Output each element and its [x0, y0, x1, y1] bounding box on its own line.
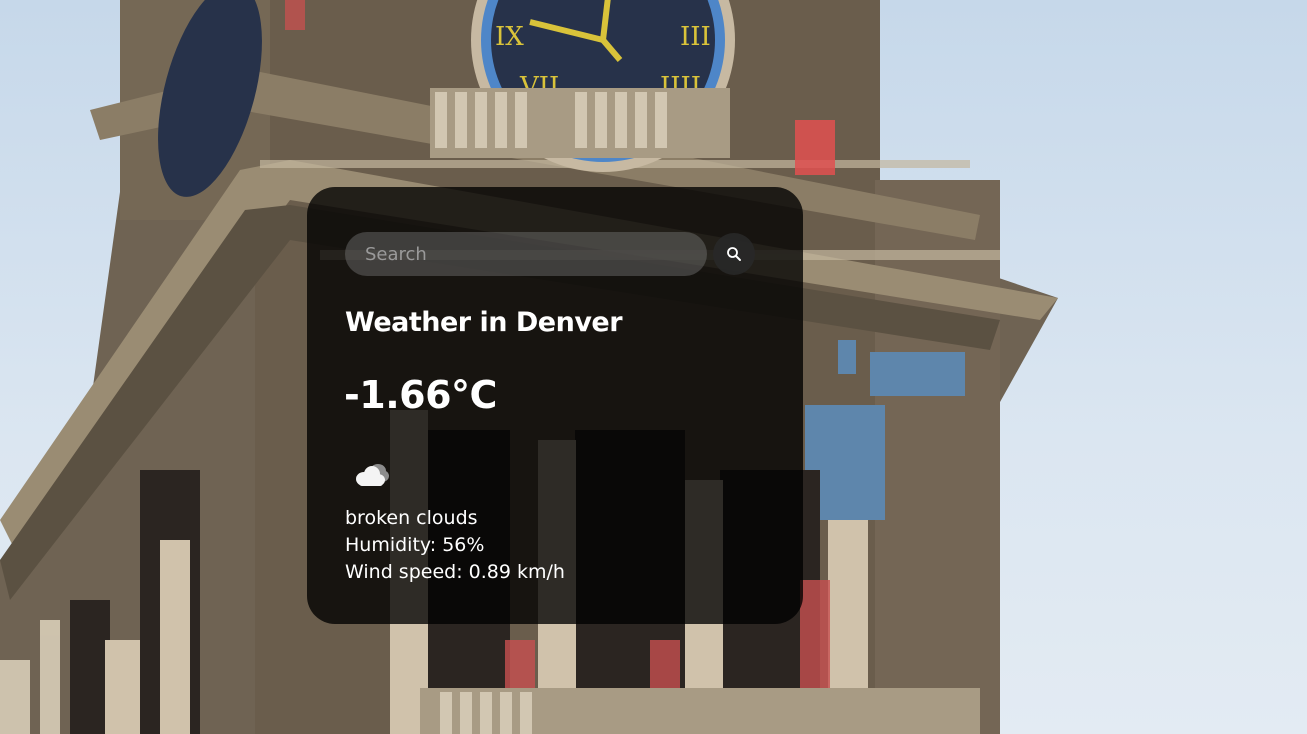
search-bar [345, 232, 765, 276]
svg-text:IX: IX [495, 22, 524, 52]
temperature: -1.66°C [344, 373, 497, 417]
weather-description: broken clouds [345, 507, 478, 529]
search-button[interactable] [713, 233, 755, 275]
city-title: Weather in Denver [345, 307, 623, 338]
broken-clouds-icon [356, 464, 389, 486]
wind-speed-text: Wind speed: 0.89 km/h [345, 561, 565, 583]
search-input[interactable] [345, 232, 707, 276]
search-icon [727, 247, 741, 261]
weather-card: Weather in Denver -1.66°C broken clouds … [307, 187, 803, 624]
humidity-text: Humidity: 56% [345, 534, 485, 556]
svg-text:III: III [680, 22, 711, 52]
